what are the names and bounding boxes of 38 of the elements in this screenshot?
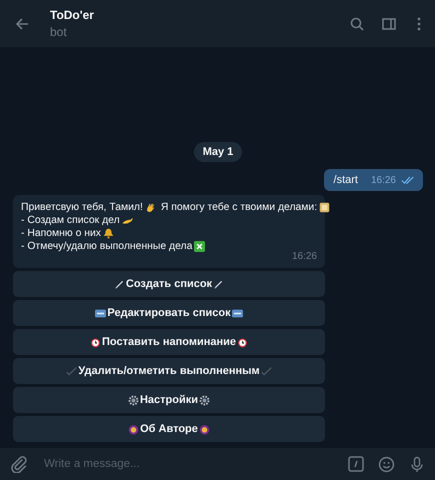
search-icon[interactable] — [349, 16, 365, 32]
gear-icon — [128, 394, 139, 406]
check-icon — [66, 366, 78, 376]
check-icon — [260, 366, 272, 376]
message-text: Я помогу тебе с твоими делами: — [160, 201, 318, 214]
more-icon[interactable] — [417, 16, 421, 32]
message-composer[interactable]: Write a message... — [0, 448, 435, 480]
keyboard-button[interactable]: Поставить напоминание — [13, 329, 325, 355]
keyboard-button[interactable]: Удалить/отметить выполненным — [13, 358, 325, 384]
attach-icon[interactable] — [10, 455, 28, 473]
pen-icon — [213, 278, 224, 290]
chat-subtitle: bot — [50, 25, 67, 39]
message-text: - Создам список дел — [21, 214, 120, 227]
keyboard-button[interactable]: Настройки — [13, 387, 325, 413]
message-text: - Напомню о них — [21, 227, 101, 240]
keyboard-button[interactable]: Редактировать список — [13, 300, 325, 326]
keyboard-button[interactable]: Об Авторе — [13, 416, 325, 442]
message-time: 16:26 — [290, 250, 317, 263]
message-field[interactable]: Write a message... — [42, 457, 334, 471]
message-text: Приветсвую тебя, Тамил! — [21, 201, 143, 214]
waving-hand-icon — [144, 202, 156, 213]
date-badge: May 1 — [194, 142, 242, 162]
keyboard-button[interactable]: Создать список — [13, 271, 325, 297]
bell-icon — [103, 228, 114, 239]
back-icon[interactable] — [14, 16, 30, 32]
alarm-clock-icon — [90, 336, 101, 348]
microphone-icon[interactable] — [409, 456, 425, 472]
message-text: /start — [334, 174, 358, 186]
bot-command-icon[interactable] — [348, 456, 364, 472]
pen-icon — [114, 278, 125, 290]
message-text: - Отмечу/удалю выполненные дела — [21, 240, 192, 253]
chat-title: ToDo'er — [50, 8, 94, 22]
side-panel-icon[interactable] — [381, 16, 397, 32]
gear-icon — [199, 394, 210, 406]
message-time: 16:26 — [370, 174, 396, 186]
emoji-icon[interactable] — [378, 456, 395, 472]
alarm-clock-icon — [237, 336, 248, 348]
cross-mark-icon — [194, 241, 206, 252]
